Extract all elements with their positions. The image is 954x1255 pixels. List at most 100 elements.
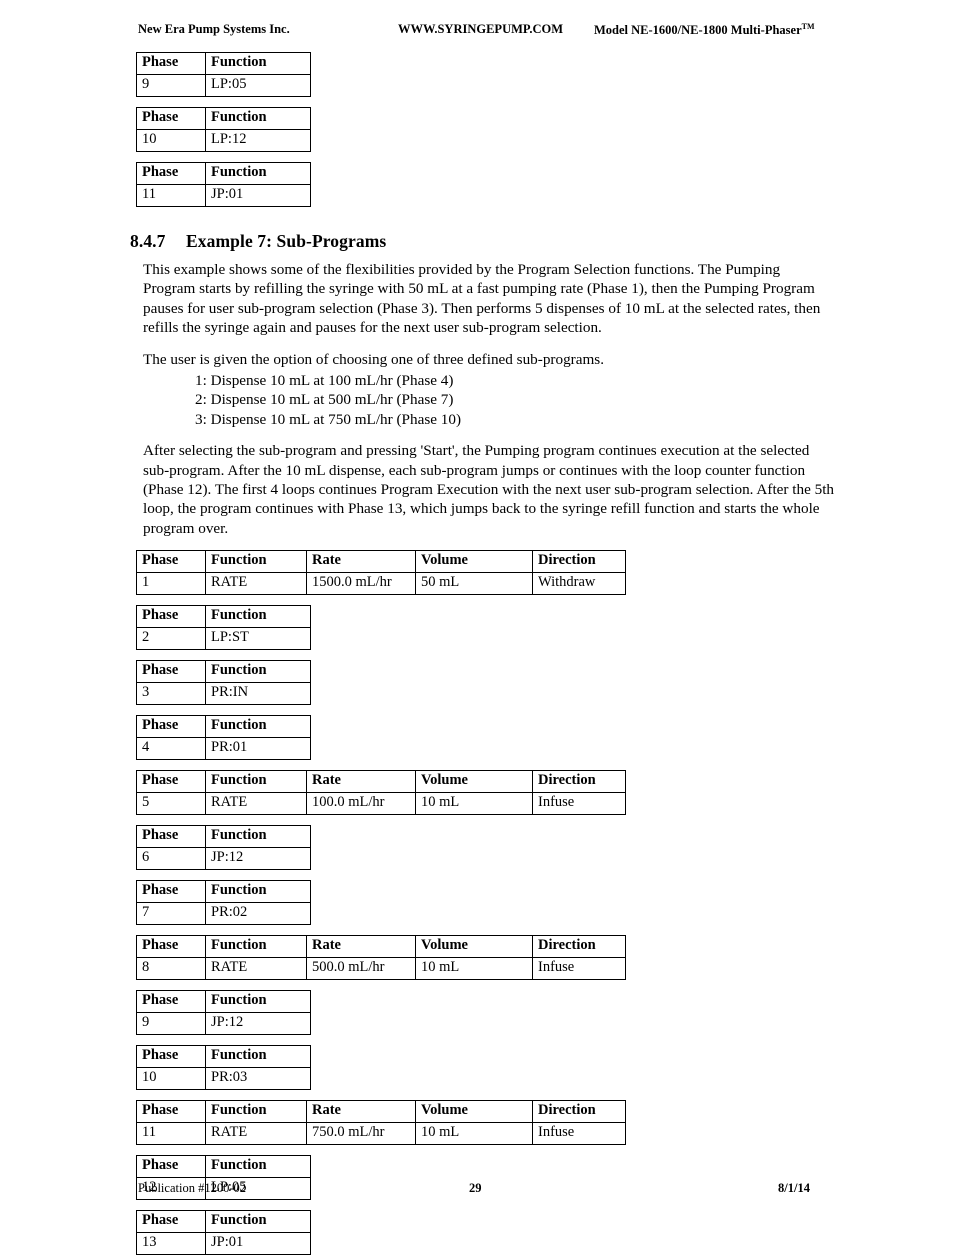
cell-phase: 13 — [136, 1232, 206, 1255]
table-header-row: Phase Function Rate Volume Direction — [136, 770, 626, 794]
column-header-direction: Direction — [532, 550, 626, 574]
list-item: 1: Dispense 10 mL at 100 mL/hr (Phase 4) — [195, 372, 454, 390]
column-header-function: Function — [205, 660, 311, 684]
phase-table-11: Phase Function Rate Volume Direction 11 … — [136, 1100, 626, 1146]
column-header-phase: Phase — [136, 605, 206, 629]
cell-function: PR:01 — [205, 737, 311, 761]
column-header-direction: Direction — [532, 935, 626, 959]
cell-rate: 100.0 mL/hr — [306, 792, 416, 816]
cell-function: JP:01 — [205, 1232, 311, 1255]
column-header-rate: Rate — [306, 935, 416, 959]
cell-phase: 5 — [136, 792, 206, 816]
cell-direction: Infuse — [532, 1122, 626, 1146]
column-header-function: Function — [205, 770, 307, 794]
table-row: 5 RATE 100.0 mL/hr 10 mL Infuse — [136, 792, 626, 816]
phase-table-3: Phase Function 3 PR:IN — [136, 660, 311, 706]
cell-function: RATE — [205, 792, 307, 816]
cell-function: RATE — [205, 572, 307, 596]
cell-phase: 2 — [136, 627, 206, 651]
cell-phase: 10 — [136, 129, 206, 152]
cell-function: LP:12 — [205, 129, 311, 152]
cell-function: RATE — [205, 1122, 307, 1146]
cell-function: PR:02 — [205, 902, 311, 926]
footer-date: 8/1/14 — [778, 1181, 810, 1195]
header-model-trademark: TM — [801, 22, 815, 31]
phase-table-10: Phase Function 10 PR:03 — [136, 1045, 311, 1091]
cell-volume: 10 mL — [415, 957, 533, 981]
cell-phase: 8 — [136, 957, 206, 981]
column-header-function: Function — [205, 107, 311, 130]
column-header-phase: Phase — [136, 550, 206, 574]
column-header-phase: Phase — [136, 1100, 206, 1124]
column-header-function: Function — [205, 1155, 311, 1179]
section-heading: 8.4.7 Example 7: Sub-Programs — [0, 231, 954, 252]
column-header-phase: Phase — [136, 935, 206, 959]
column-header-direction: Direction — [532, 1100, 626, 1124]
table-header-row: Phase Function — [136, 825, 311, 849]
table-row: 4 PR:01 — [136, 737, 311, 761]
column-header-phase: Phase — [136, 660, 206, 684]
phase-table-4: Phase Function 4 PR:01 — [136, 715, 311, 761]
cell-function: JP:12 — [205, 847, 311, 871]
table-row: 1 RATE 1500.0 mL/hr 50 mL Withdraw — [136, 572, 626, 596]
column-header-function: Function — [205, 1210, 311, 1234]
header-company: New Era Pump Systems Inc. — [138, 22, 290, 36]
table-row: 3 PR:IN — [136, 682, 311, 706]
table-row: 8 RATE 500.0 mL/hr 10 mL Infuse — [136, 957, 626, 981]
table-row: 11 RATE 750.0 mL/hr 10 mL Infuse — [136, 1122, 626, 1146]
column-header-phase: Phase — [136, 52, 206, 75]
cell-function: PR:03 — [205, 1067, 311, 1091]
paragraph-intro: This example shows some of the flexibili… — [143, 261, 821, 337]
phase-table-13: Phase Function 13 JP:01 — [136, 1210, 311, 1255]
cell-direction: Withdraw — [532, 572, 626, 596]
page-header: New Era Pump Systems Inc. WWW.SYRINGEPUM… — [138, 22, 894, 42]
phase-table-top-1: Phase Function 9 LP:05 — [136, 52, 311, 97]
table-header-row: Phase Function Rate Volume Direction — [136, 1100, 626, 1124]
table-header-row: Phase Function — [136, 1210, 311, 1234]
phase-table-8: Phase Function Rate Volume Direction 8 R… — [136, 935, 626, 981]
column-header-function: Function — [205, 550, 307, 574]
table-row: 9 LP:05 — [136, 74, 311, 97]
column-header-function: Function — [205, 605, 311, 629]
cell-rate: 1500.0 mL/hr — [306, 572, 416, 596]
cell-phase: 4 — [136, 737, 206, 761]
column-header-phase: Phase — [136, 107, 206, 130]
table-header-row: Phase Function — [136, 660, 311, 684]
cell-phase: 7 — [136, 902, 206, 926]
table-row: 10 PR:03 — [136, 1067, 311, 1091]
column-header-phase: Phase — [136, 770, 206, 794]
cell-rate: 750.0 mL/hr — [306, 1122, 416, 1146]
column-header-function: Function — [205, 990, 311, 1014]
phase-table-top-2: Phase Function 10 LP:12 — [136, 107, 311, 152]
cell-function: PR:IN — [205, 682, 311, 706]
cell-phase: 6 — [136, 847, 206, 871]
phase-table-7: Phase Function 7 PR:02 — [136, 880, 311, 926]
cell-volume: 10 mL — [415, 792, 533, 816]
cell-rate: 500.0 mL/hr — [306, 957, 416, 981]
phase-table-6: Phase Function 6 JP:12 — [136, 825, 311, 871]
column-header-volume: Volume — [415, 1100, 533, 1124]
header-website: WWW.SYRINGEPUMP.COM — [398, 22, 564, 36]
cell-phase: 9 — [136, 1012, 206, 1036]
cell-volume: 50 mL — [415, 572, 533, 596]
cell-function: LP:05 — [205, 74, 311, 97]
column-header-volume: Volume — [415, 550, 533, 574]
phase-table-5: Phase Function Rate Volume Direction 5 R… — [136, 770, 626, 816]
cell-phase: 3 — [136, 682, 206, 706]
column-header-phase: Phase — [136, 1210, 206, 1234]
cell-function: RATE — [205, 957, 307, 981]
table-header-row: Phase Function — [136, 52, 311, 75]
table-row: 2 LP:ST — [136, 627, 311, 651]
table-row: 9 JP:12 — [136, 1012, 311, 1036]
column-header-volume: Volume — [415, 935, 533, 959]
page-footer: Publication #1200-02 29 8/1/14 — [0, 1181, 954, 1197]
table-row: 7 PR:02 — [136, 902, 311, 926]
table-row: 11 JP:01 — [136, 184, 311, 207]
column-header-function: Function — [205, 1045, 311, 1069]
column-header-function: Function — [205, 935, 307, 959]
table-row: 13 JP:01 — [136, 1232, 311, 1255]
cell-phase: 1 — [136, 572, 206, 596]
phase-table-9: Phase Function 9 JP:12 — [136, 990, 311, 1036]
section-title: Example 7: Sub-Programs — [186, 231, 387, 251]
column-header-phase: Phase — [136, 880, 206, 904]
